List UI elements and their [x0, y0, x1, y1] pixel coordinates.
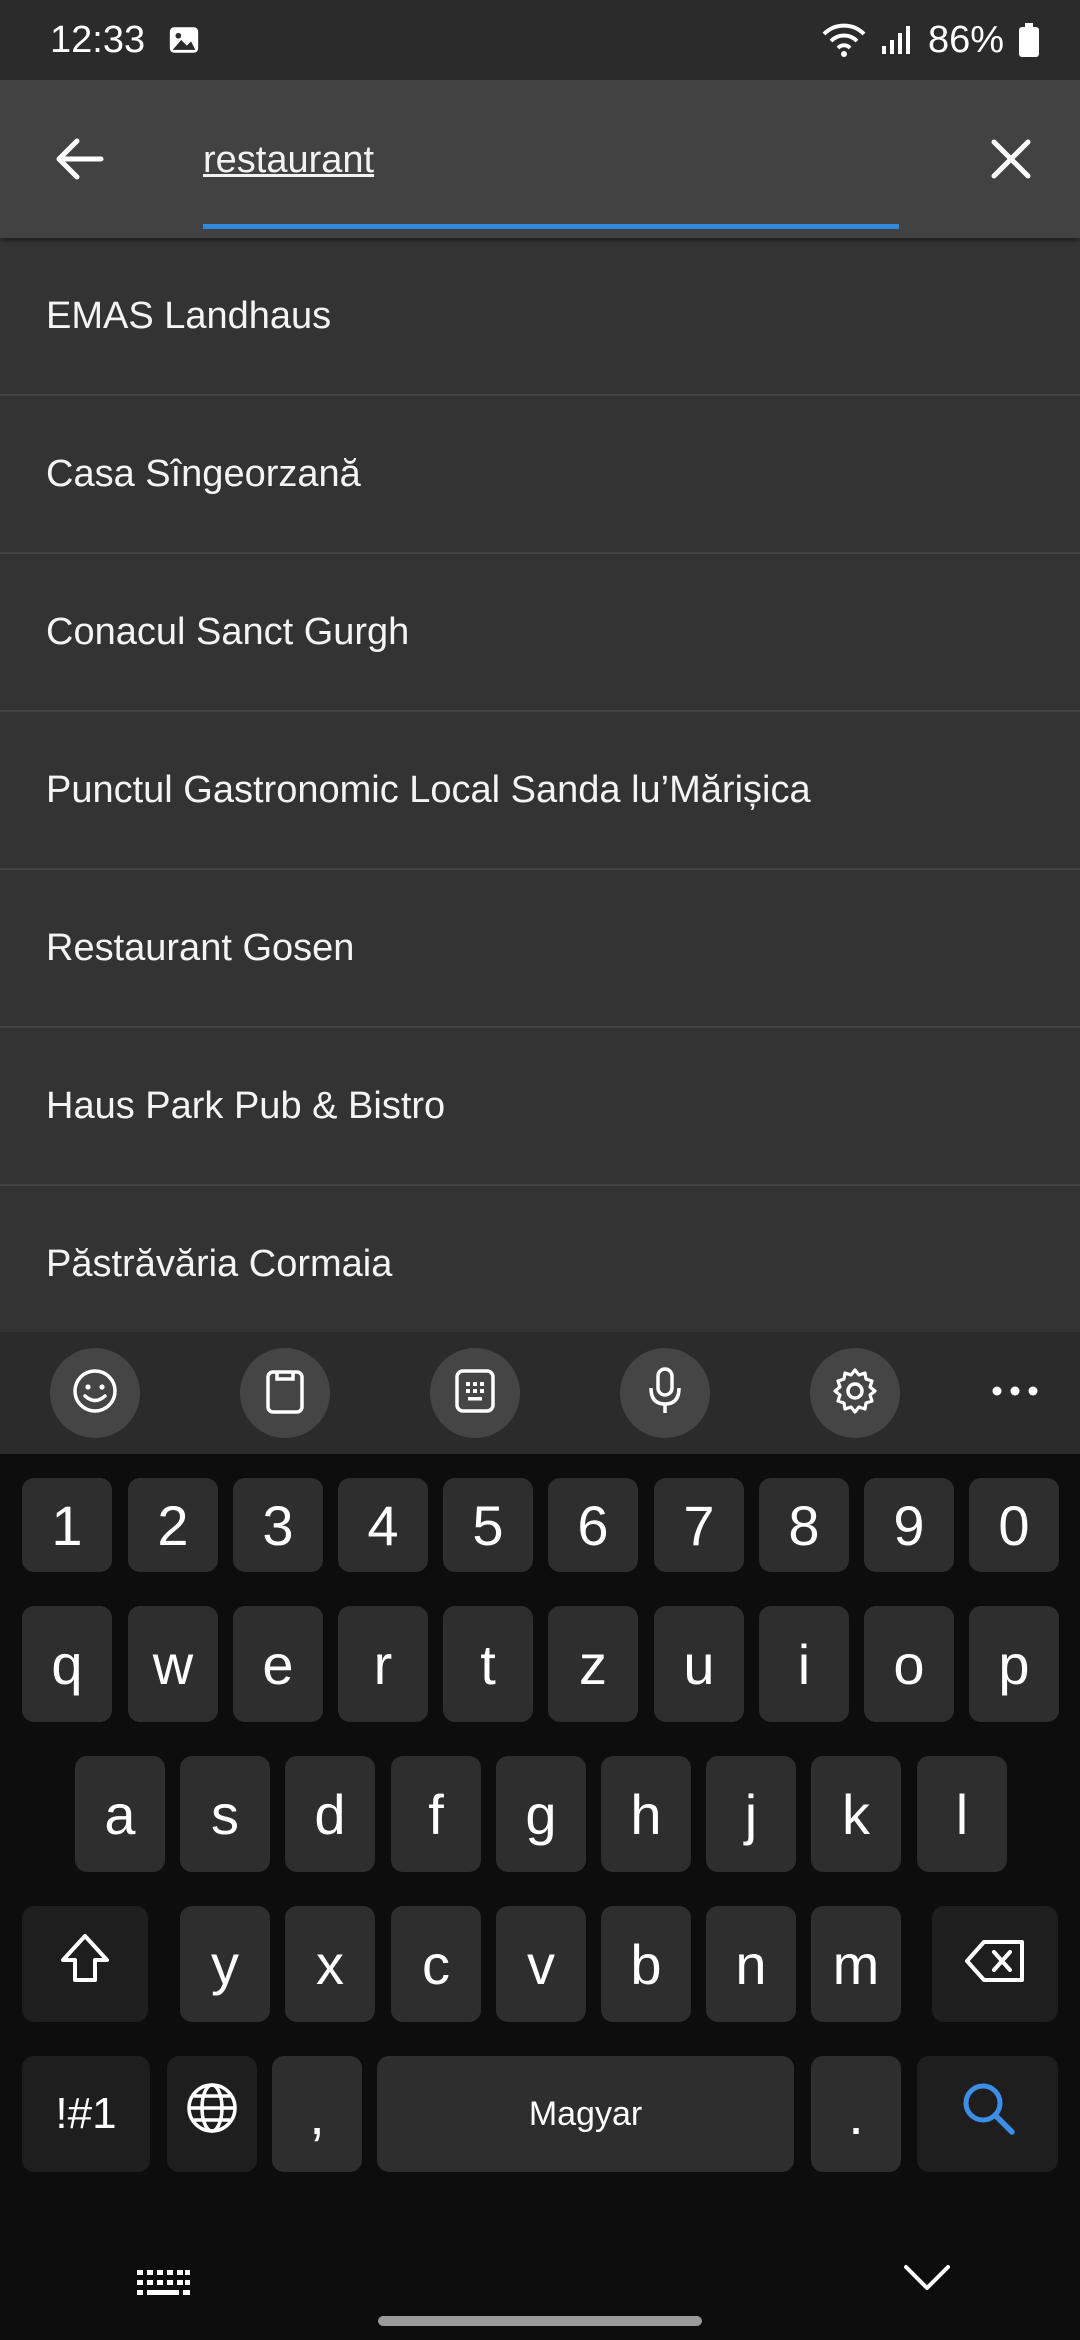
keyboard-toolbar [0, 1332, 1080, 1454]
key-f[interactable]: f [391, 1756, 481, 1872]
key-v[interactable]: v [496, 1906, 586, 2022]
symbols-key[interactable]: !#1 [22, 2056, 150, 2172]
settings-button[interactable] [810, 1348, 900, 1438]
list-item[interactable]: Conacul Sanct Gurgh [0, 554, 1080, 712]
search-input[interactable]: restaurant [203, 130, 899, 190]
keyboard-icon [135, 2270, 191, 2306]
search-key[interactable] [917, 2056, 1058, 2172]
key-n[interactable]: n [706, 1906, 796, 2022]
microphone-icon [645, 1366, 685, 1421]
clear-button[interactable] [976, 126, 1046, 196]
screen: 12:33 86% restaurant EMAS Landhaus Casa … [0, 0, 1080, 2340]
key-4[interactable]: 4 [338, 1478, 428, 1572]
key-8[interactable]: 8 [759, 1478, 849, 1572]
key-x[interactable]: x [285, 1906, 375, 2022]
key-c[interactable]: c [391, 1906, 481, 2022]
globe-icon [185, 2081, 239, 2148]
key-a[interactable]: a [75, 1756, 165, 1872]
wifi-icon [822, 22, 866, 58]
backspace-key[interactable] [932, 1906, 1058, 2022]
more-icon [991, 1384, 1039, 1402]
key-s[interactable]: s [180, 1756, 270, 1872]
list-item[interactable]: Punctul Gastronomic Local Sanda lu’Măriș… [0, 712, 1080, 870]
search-icon [959, 2079, 1017, 2150]
key-z[interactable]: z [548, 1606, 638, 1722]
list-item[interactable]: EMAS Landhaus [0, 238, 1080, 396]
clipboard-icon [263, 1367, 307, 1420]
list-item[interactable]: Restaurant Gosen [0, 870, 1080, 1028]
key-7[interactable]: 7 [654, 1478, 744, 1572]
chevron-down-icon [902, 2265, 952, 2296]
language-key[interactable] [167, 2056, 257, 2172]
key-0[interactable]: 0 [969, 1478, 1059, 1572]
image-icon [167, 23, 201, 57]
hide-keyboard-button[interactable] [135, 2268, 191, 2307]
emoji-button[interactable] [50, 1348, 140, 1438]
key-g[interactable]: g [496, 1756, 586, 1872]
key-j[interactable]: j [706, 1756, 796, 1872]
battery-icon [1018, 22, 1040, 58]
microphone-button[interactable] [620, 1348, 710, 1438]
period-key[interactable]: . [811, 2056, 901, 2172]
key-6[interactable]: 6 [548, 1478, 638, 1572]
arrow-left-icon [53, 137, 105, 186]
key-2[interactable]: 2 [128, 1478, 218, 1572]
key-q[interactable]: q [22, 1606, 112, 1722]
signal-icon [880, 24, 914, 56]
clipboard-button[interactable] [240, 1348, 330, 1438]
emoji-icon [71, 1367, 119, 1420]
space-key[interactable]: Magyar [377, 2056, 794, 2172]
key-5[interactable]: 5 [443, 1478, 533, 1572]
search-underline [203, 224, 899, 229]
more-button[interactable] [970, 1348, 1060, 1438]
key-y[interactable]: y [180, 1906, 270, 2022]
results-list: EMAS Landhaus Casa Sîngeorzană Conacul S… [0, 238, 1080, 1332]
status-time: 12:33 [50, 18, 146, 61]
key-o[interactable]: o [864, 1606, 954, 1722]
key-k[interactable]: k [811, 1756, 901, 1872]
list-item[interactable]: Casa Sîngeorzană [0, 396, 1080, 554]
key-w[interactable]: w [128, 1606, 218, 1722]
list-item[interactable]: Păstrăvăria Cormaia [0, 1186, 1080, 1332]
keyboard-mode-icon [453, 1367, 497, 1420]
key-i[interactable]: i [759, 1606, 849, 1722]
shift-key[interactable] [22, 1906, 148, 2022]
battery-percent: 86% [927, 18, 1004, 61]
key-r[interactable]: r [338, 1606, 428, 1722]
list-item[interactable]: Haus Park Pub & Bistro [0, 1028, 1080, 1186]
status-bar: 12:33 86% [0, 0, 1080, 80]
key-b[interactable]: b [601, 1906, 691, 2022]
search-bar: restaurant [0, 80, 1080, 238]
status-right: 86% [822, 19, 1040, 62]
home-indicator[interactable] [378, 2316, 702, 2326]
close-icon [990, 138, 1032, 185]
keyboard-mode-button[interactable] [430, 1348, 520, 1438]
settings-icon [830, 1366, 880, 1421]
collapse-button[interactable] [902, 2262, 952, 2297]
comma-key[interactable]: , [272, 2056, 362, 2172]
backspace-icon [964, 1932, 1026, 1997]
key-1[interactable]: 1 [22, 1478, 112, 1572]
navigation-bar [0, 2200, 1080, 2340]
back-button[interactable] [44, 126, 114, 196]
key-3[interactable]: 3 [233, 1478, 323, 1572]
key-h[interactable]: h [601, 1756, 691, 1872]
shift-icon [57, 1930, 113, 1999]
key-p[interactable]: p [969, 1606, 1059, 1722]
status-left: 12:33 [50, 19, 201, 62]
key-m[interactable]: m [811, 1906, 901, 2022]
key-t[interactable]: t [443, 1606, 533, 1722]
key-9[interactable]: 9 [864, 1478, 954, 1572]
key-u[interactable]: u [654, 1606, 744, 1722]
key-d[interactable]: d [285, 1756, 375, 1872]
key-e[interactable]: e [233, 1606, 323, 1722]
key-l[interactable]: l [917, 1756, 1007, 1872]
